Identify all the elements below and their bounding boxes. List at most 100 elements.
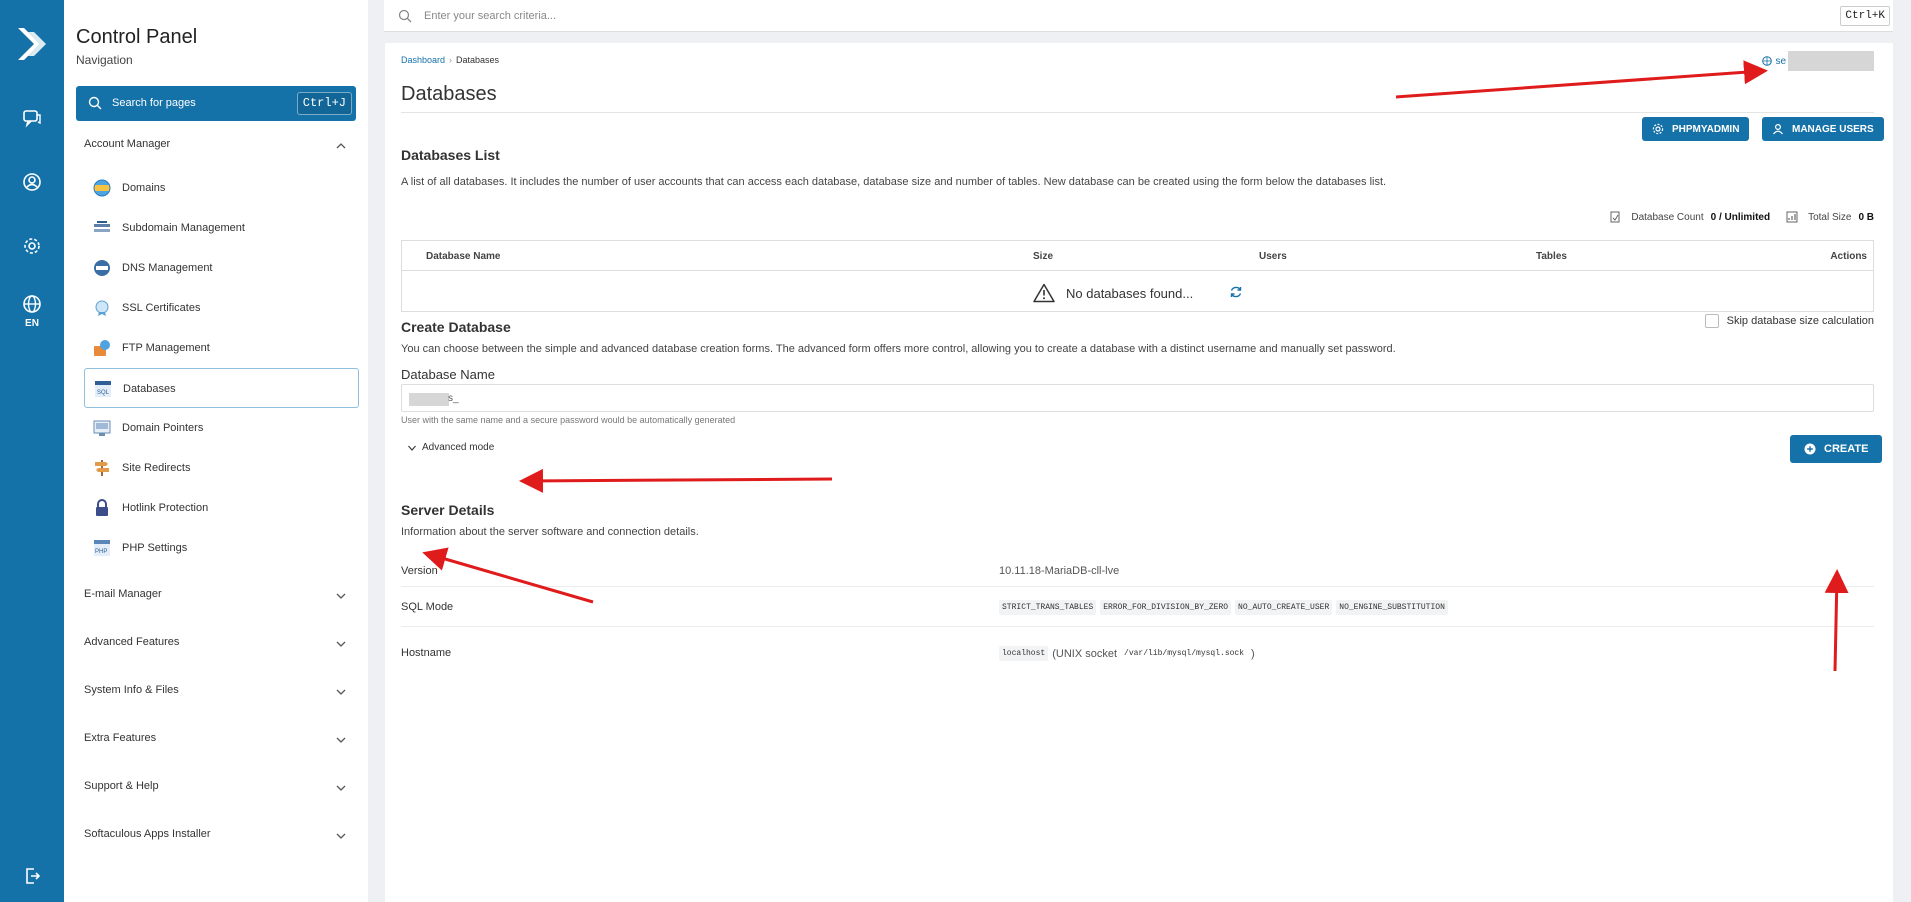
refresh-icon[interactable] xyxy=(1229,285,1243,299)
lock-icon xyxy=(96,499,108,516)
breadcrumb-separator: › xyxy=(449,55,453,65)
database-name-input[interactable]: s_ xyxy=(401,384,1874,412)
section-softaculous[interactable]: Softaculous Apps Installer xyxy=(84,828,359,848)
create-database-description: You can choose between the simple and ad… xyxy=(401,343,1396,355)
sidebar-title: Control Panel xyxy=(76,26,198,48)
sidebar-item-domains[interactable]: Domains xyxy=(84,168,359,208)
global-search-input[interactable]: Enter your search criteria... xyxy=(424,10,556,22)
database-stats: Database Count 0 / Unlimited Total Size 0 … xyxy=(1609,211,1874,223)
chat-icon[interactable] xyxy=(20,106,44,130)
sidebar-item-php-settings[interactable]: PHP PHP Settings xyxy=(84,528,359,568)
section-label: E-mail Manager xyxy=(84,588,162,600)
section-extra-features[interactable]: Extra Features xyxy=(84,732,359,752)
signpost-icon xyxy=(95,460,109,476)
sidebar-item-site-redirects[interactable]: Site Redirects xyxy=(84,448,359,488)
user-icon[interactable] xyxy=(20,170,44,194)
sidebar-item-ssl-certificates[interactable]: SSL Certificates xyxy=(84,288,359,328)
global-search-bar[interactable]: Enter your search criteria... Ctrl+K xyxy=(384,0,1893,32)
socket-path: /var/lib/mysql/mysql.sock xyxy=(1124,649,1245,658)
database-name-label: Database Name xyxy=(401,367,495,382)
total-size-label: Total Size xyxy=(1808,211,1852,223)
logout-icon[interactable] xyxy=(20,864,44,888)
section-label: Account Manager xyxy=(84,138,171,150)
sidebar: Control Panel Navigation Search for page… xyxy=(64,0,368,902)
sidebar-item-label: Hotlink Protection xyxy=(122,502,209,514)
databases-list-description: A list of all databases. It includes the… xyxy=(401,176,1387,188)
chevron-down-icon xyxy=(336,833,346,839)
create-button[interactable]: CREATE xyxy=(1790,435,1883,463)
column-users[interactable]: Users xyxy=(1259,251,1287,262)
search-icon xyxy=(88,96,102,110)
sidebar-item-label: Databases xyxy=(123,383,176,395)
chevron-down-icon xyxy=(336,737,346,743)
column-tables[interactable]: Tables xyxy=(1536,251,1567,262)
server-details-heading: Server Details xyxy=(401,502,495,518)
redacted-prefix xyxy=(409,393,449,406)
column-database-name[interactable]: Database Name xyxy=(426,251,500,262)
sql-mode-tag: STRICT_TRANS_TABLES xyxy=(999,600,1097,615)
global-search-shortcut: Ctrl+K xyxy=(1840,6,1890,26)
hostname-label: Hostname xyxy=(401,647,452,659)
page-search-label: Search for pages xyxy=(112,97,196,109)
column-actions: Actions xyxy=(1830,251,1867,262)
plus-circle-icon xyxy=(1804,443,1816,455)
sql-mode-tag: NO_ENGINE_SUBSTITUTION xyxy=(1336,600,1448,615)
subdomain-icon xyxy=(94,221,110,232)
sidebar-item-databases[interactable]: SQL Databases xyxy=(84,368,359,408)
globe-icon[interactable] xyxy=(20,292,44,316)
sql-mode-tag: NO_AUTO_CREATE_USER xyxy=(1235,600,1333,615)
section-advanced-features[interactable]: Advanced Features xyxy=(84,636,359,656)
database-count-label: Database Count xyxy=(1631,211,1704,223)
database-name-value: s_ xyxy=(448,393,459,404)
socket-suffix: ) xyxy=(1251,647,1255,660)
advanced-mode-toggle[interactable]: Advanced mode xyxy=(407,442,494,453)
sidebar-item-hotlink-protection[interactable]: Hotlink Protection xyxy=(84,488,359,528)
section-account-manager[interactable]: Account Manager xyxy=(84,138,359,158)
section-email-manager[interactable]: E-mail Manager xyxy=(84,588,359,608)
empty-state-text: No databases found... xyxy=(1066,286,1194,301)
manage-users-button[interactable]: MANAGE USERS xyxy=(1762,117,1884,141)
sidebar-item-ftp-management[interactable]: FTP Management xyxy=(84,328,359,368)
sql-icon: SQL xyxy=(95,381,111,397)
databases-list-heading: Databases List xyxy=(401,147,500,163)
row-divider xyxy=(401,626,1874,627)
sidebar-item-dns-management[interactable]: DNS Management xyxy=(84,248,359,288)
gear-icon[interactable] xyxy=(20,234,44,258)
search-icon xyxy=(398,9,412,23)
skip-size-label: Skip database size calculation xyxy=(1726,315,1874,327)
section-support-help[interactable]: Support & Help xyxy=(84,780,359,800)
breadcrumb-dashboard[interactable]: Dashboard xyxy=(401,55,445,65)
svg-text:SQL: SQL xyxy=(97,390,110,396)
column-size[interactable]: Size xyxy=(1033,251,1053,262)
logo-icon[interactable] xyxy=(14,24,50,64)
section-label: Advanced Features xyxy=(84,636,180,648)
manage-users-label: MANAGE USERS xyxy=(1792,123,1874,135)
sidebar-item-subdomain-management[interactable]: Subdomain Management xyxy=(84,208,359,248)
database-count-icon xyxy=(1610,211,1620,223)
advanced-mode-label: Advanced mode xyxy=(422,442,495,453)
database-count-value: 0 / Unlimited xyxy=(1710,211,1771,223)
phpmyadmin-label: PHPMYADMIN xyxy=(1672,123,1740,135)
create-database-heading: Create Database xyxy=(401,319,511,335)
sidebar-item-label: Subdomain Management xyxy=(122,222,245,234)
section-system-info-files[interactable]: System Info & Files xyxy=(84,684,359,704)
skip-size-checkbox[interactable] xyxy=(1704,314,1719,328)
databases-table: Database Name Size Users Tables Actions … xyxy=(401,240,1874,312)
page-search-shortcut: Ctrl+J xyxy=(296,92,352,115)
chevron-down-icon xyxy=(336,785,346,791)
sidebar-item-label: SSL Certificates xyxy=(122,302,201,314)
sidebar-item-label: Site Redirects xyxy=(122,462,191,474)
skip-size-calculation[interactable]: Skip database size calculation xyxy=(1704,314,1874,328)
title-divider xyxy=(401,112,1874,113)
sidebar-item-domain-pointers[interactable]: Domain Pointers xyxy=(84,408,359,448)
icon-rail: EN xyxy=(0,0,64,902)
redacted-hostname xyxy=(1788,51,1874,71)
socket-prefix: (UNIX socket xyxy=(1052,647,1118,660)
phpmyadmin-button[interactable]: PHPMYADMIN xyxy=(1642,117,1750,141)
sidebar-item-label: FTP Management xyxy=(122,342,210,354)
chevron-down-icon xyxy=(336,689,346,695)
page-search-button[interactable]: Search for pages Ctrl+J xyxy=(76,86,356,121)
language-label[interactable]: EN xyxy=(0,318,64,329)
server-host-link[interactable]: se xyxy=(1762,51,1874,71)
main-panel: Dashboard › Databases se Databases PHPMYAD… xyxy=(385,43,1893,902)
